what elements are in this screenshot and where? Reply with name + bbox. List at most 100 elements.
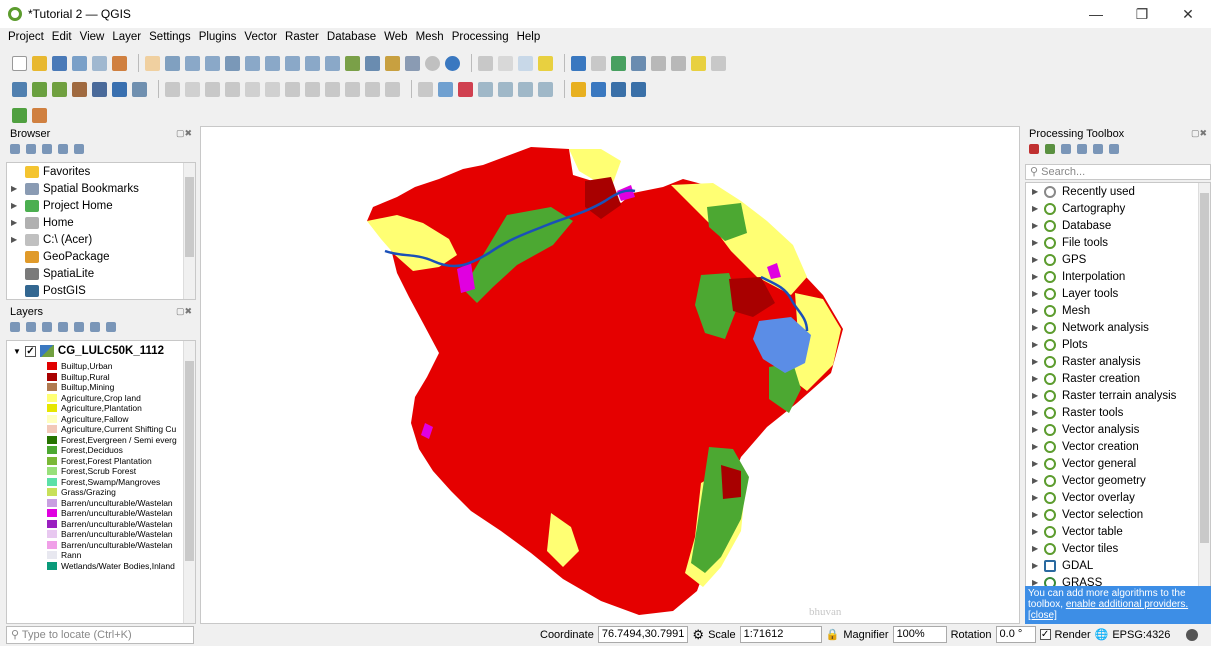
toolbox-group[interactable]: ▶ Vector selection	[1026, 506, 1210, 523]
menu-vector[interactable]: Vector	[244, 31, 277, 43]
toolbox-group[interactable]: ▶ Plots	[1026, 336, 1210, 353]
zoom-full-icon[interactable]	[225, 55, 240, 71]
expand-arrow-icon[interactable]: ▶	[1032, 357, 1044, 366]
toolbox-group[interactable]: ▶ Vector creation	[1026, 438, 1210, 455]
toolbox-group[interactable]: ▶ File tools	[1026, 234, 1210, 251]
layer-row[interactable]: ▼ ✓ CG_LULC50K_1112	[7, 341, 195, 361]
bookmarks-icon[interactable]	[405, 55, 420, 71]
expand-arrow-icon[interactable]: ▶	[1032, 459, 1044, 468]
scrollbar-thumb[interactable]	[185, 177, 194, 257]
identify-select-icon[interactable]	[478, 55, 493, 71]
expand-arrow-icon[interactable]: ▶	[1032, 323, 1044, 332]
pan-to-selection-icon[interactable]	[165, 55, 180, 71]
select-value-icon[interactable]	[518, 55, 533, 71]
expand-arrow-icon[interactable]: ▶	[11, 201, 21, 210]
legend-item[interactable]: Barren/unculturable/Wastelan	[7, 508, 195, 519]
new-project-icon[interactable]	[12, 55, 27, 71]
scrollbar-thumb[interactable]	[1200, 193, 1209, 543]
browser-item[interactable]: GeoPackage	[7, 248, 195, 265]
plugin-icon[interactable]	[591, 81, 606, 97]
label-tool-icon[interactable]	[418, 81, 433, 97]
vertex-plugin-icon[interactable]	[12, 107, 27, 123]
legend-item[interactable]: Agriculture,Crop land	[7, 393, 195, 404]
crs-globe-icon[interactable]: 🌐	[1095, 628, 1109, 641]
bookmark-new-icon[interactable]	[385, 55, 400, 71]
expand-arrow-icon[interactable]: ▶	[1032, 340, 1044, 349]
add-group-icon[interactable]	[26, 322, 36, 332]
dock-close-icon[interactable]: ▢✖	[176, 306, 192, 317]
legend-item[interactable]: Builtup,Urban	[7, 361, 195, 372]
legend-item[interactable]: Forest,Evergreen / Semi everg	[7, 435, 195, 446]
toolbox-group[interactable]: ▶ Vector general	[1026, 455, 1210, 472]
legend-item[interactable]: Wetlands/Water Bodies,Inland	[7, 561, 195, 572]
legend-item[interactable]: Barren/unculturable/Wastelan	[7, 519, 195, 530]
expand-arrow-icon[interactable]: ▶	[1032, 493, 1044, 502]
scripts-icon[interactable]	[1045, 144, 1055, 154]
toolbox-group[interactable]: ▶ Raster creation	[1026, 370, 1210, 387]
scale-combo[interactable]: 1:71612	[739, 626, 822, 643]
help-icon[interactable]	[631, 81, 646, 97]
browser-item[interactable]: SpatiaLite	[7, 265, 195, 282]
legend-item[interactable]: Forest,Scrub Forest	[7, 466, 195, 477]
zoom-out-icon[interactable]	[205, 55, 220, 71]
zoom-next-icon[interactable]	[325, 55, 340, 71]
collapse-icon[interactable]	[58, 144, 68, 154]
menu-web[interactable]: Web	[384, 31, 407, 43]
expand-arrow-icon[interactable]: ▶	[1032, 255, 1044, 264]
scrollbar-thumb[interactable]	[185, 361, 194, 561]
menu-edit[interactable]: Edit	[52, 31, 72, 43]
expand-arrow-icon[interactable]: ▶	[1032, 544, 1044, 553]
browser-item[interactable]: ▶ Home	[7, 214, 195, 231]
new-layer-icon[interactable]	[32, 81, 47, 97]
lulc-rural-polygon-2[interactable]	[721, 465, 741, 499]
annotation-icon[interactable]	[671, 55, 686, 71]
paste-features-icon[interactable]	[345, 81, 360, 97]
expand-arrow-icon[interactable]: ▶	[1032, 527, 1044, 536]
locator-input[interactable]: ⚲ Type to locate (Ctrl+K)	[6, 626, 194, 644]
delete-selected-icon[interactable]	[285, 81, 300, 97]
add-wms-layer-icon[interactable]	[112, 81, 127, 97]
enable-providers-link[interactable]: enable additional providers.	[1066, 599, 1188, 610]
legend-item[interactable]: Builtup,Mining	[7, 382, 195, 393]
toolbox-group[interactable]: ▶ Cartography	[1026, 200, 1210, 217]
toolbox-search-input[interactable]: ⚲ Search...	[1025, 164, 1211, 180]
manage-visibility-icon[interactable]	[42, 322, 52, 332]
data-source-manager-icon[interactable]	[12, 81, 27, 97]
toolbox-group[interactable]: ▶ Vector table	[1026, 523, 1210, 540]
legend-item[interactable]: Grass/Grazing	[7, 487, 195, 498]
zoom-in-icon[interactable]	[185, 55, 200, 71]
legend-item[interactable]: Builtup,Rural	[7, 372, 195, 383]
browser-item[interactable]: Favorites	[7, 163, 195, 180]
toolbox-group[interactable]: ▶ Raster analysis	[1026, 353, 1210, 370]
attribute-table-icon[interactable]	[591, 55, 606, 71]
expand-arrow-icon[interactable]: ▶	[1032, 425, 1044, 434]
deselect-icon[interactable]	[538, 55, 553, 71]
browser-item[interactable]: ▶ C:\ (Acer)	[7, 231, 195, 248]
new-3d-view-icon[interactable]	[365, 55, 380, 71]
cut-features-icon[interactable]	[305, 81, 320, 97]
add-selected-icon[interactable]	[10, 144, 20, 154]
label-pin-icon[interactable]	[438, 81, 453, 97]
search-tool-icon[interactable]	[711, 55, 726, 71]
label-change-icon[interactable]	[538, 81, 553, 97]
expand-arrow-icon[interactable]: ▶	[1032, 221, 1044, 230]
toolbox-group[interactable]: ▶ Raster terrain analysis	[1026, 387, 1210, 404]
label-highlight-icon[interactable]	[458, 81, 473, 97]
add-raster-layer-icon[interactable]	[72, 81, 87, 97]
toolbox-group[interactable]: ▶ Mesh	[1026, 302, 1210, 319]
filter-icon[interactable]	[42, 144, 52, 154]
expand-arrow-icon[interactable]: ▶	[1032, 408, 1044, 417]
vertex-tool-icon[interactable]	[265, 81, 280, 97]
expand-arrow-icon[interactable]: ▶	[1032, 289, 1044, 298]
toolbox-group[interactable]: ▶ Network analysis	[1026, 319, 1210, 336]
expand-arrow-icon[interactable]: ▶	[1032, 476, 1044, 485]
filter-legend-icon[interactable]	[58, 322, 68, 332]
toolbox-group[interactable]: ▶ Vector analysis	[1026, 421, 1210, 438]
expand-arrow-icon[interactable]: ▶	[1032, 442, 1044, 451]
legend-item[interactable]: Barren/unculturable/Wastelan	[7, 540, 195, 551]
browser-item[interactable]: PostGIS	[7, 282, 195, 299]
measure-icon[interactable]	[651, 55, 666, 71]
menu-plugins[interactable]: Plugins	[199, 31, 237, 43]
label-move-icon[interactable]	[498, 81, 513, 97]
label-rotate-icon[interactable]	[518, 81, 533, 97]
